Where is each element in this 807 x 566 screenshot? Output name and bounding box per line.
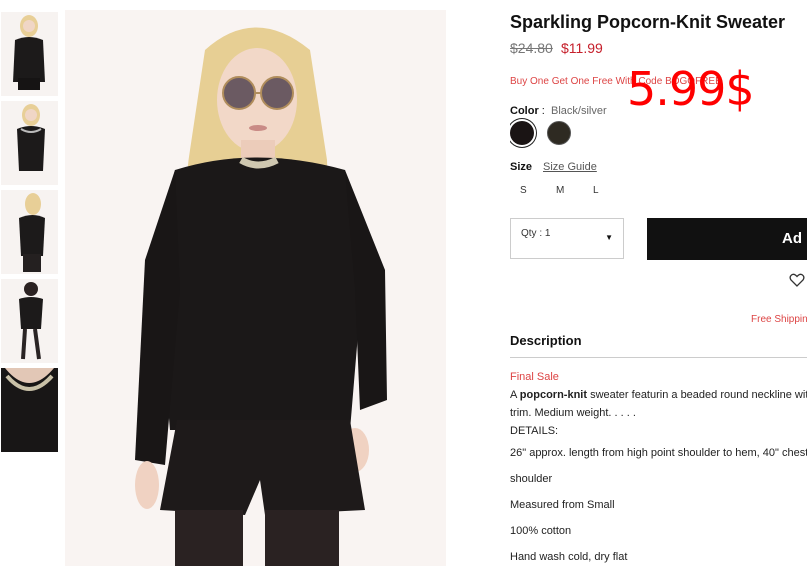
sale-price: $11.99	[561, 40, 603, 56]
description-intro: A popcorn-knit sweater featurin a beaded…	[510, 389, 807, 401]
add-to-bag-label: Ad	[782, 230, 802, 247]
quantity-select[interactable]: Qty : 1 ▼	[510, 218, 624, 259]
size-guide-link[interactable]: Size Guide	[543, 161, 597, 173]
thumbnail-3[interactable]	[1, 190, 58, 274]
detail-item: 100% cotton	[510, 525, 572, 537]
size-option-s[interactable]: S	[520, 185, 527, 196]
detail-item: Hand wash cold, dry flat	[510, 551, 628, 563]
divider	[510, 357, 807, 358]
free-shipping-link[interactable]: Free Shippin	[751, 314, 807, 325]
description-heading: Description	[510, 333, 582, 348]
size-label: Size	[510, 161, 533, 173]
final-sale-label: Final Sale	[510, 371, 559, 383]
thumbnail-1[interactable]	[1, 12, 58, 96]
heart-icon[interactable]	[789, 272, 805, 288]
thumbnail-5[interactable]	[1, 368, 58, 452]
detail-item: 26" approx. length from high point shoul…	[510, 447, 807, 459]
add-to-bag-button[interactable]: Ad	[647, 218, 807, 260]
description-intro-line2: trim. Medium weight. . . . .	[510, 407, 636, 419]
size-option-l[interactable]: L	[593, 185, 599, 196]
original-price: $24.80	[510, 40, 553, 56]
color-swatch-dark-olive[interactable]	[547, 121, 571, 145]
product-info: Sparkling Popcorn-Knit Sweater $24.80 $1…	[510, 0, 807, 566]
product-title: Sparkling Popcorn-Knit Sweater	[510, 12, 786, 32]
chevron-down-icon: ▼	[605, 233, 613, 242]
thumbnail-2[interactable]	[1, 101, 58, 185]
overlay-price-annotation: 5.99$	[627, 62, 755, 116]
color-label: Color :	[510, 105, 545, 117]
quantity-label: Qty : 1	[521, 228, 551, 239]
product-main-image[interactable]	[65, 10, 446, 566]
color-value: Black/silver	[551, 105, 607, 117]
color-swatch-black-silver[interactable]	[510, 121, 534, 145]
thumbnail-4[interactable]	[1, 279, 58, 363]
details-label: DETAILS:	[510, 425, 559, 437]
size-option-m[interactable]: M	[556, 185, 564, 196]
detail-item: shoulder	[510, 473, 553, 485]
detail-item: Measured from Small	[510, 499, 615, 511]
